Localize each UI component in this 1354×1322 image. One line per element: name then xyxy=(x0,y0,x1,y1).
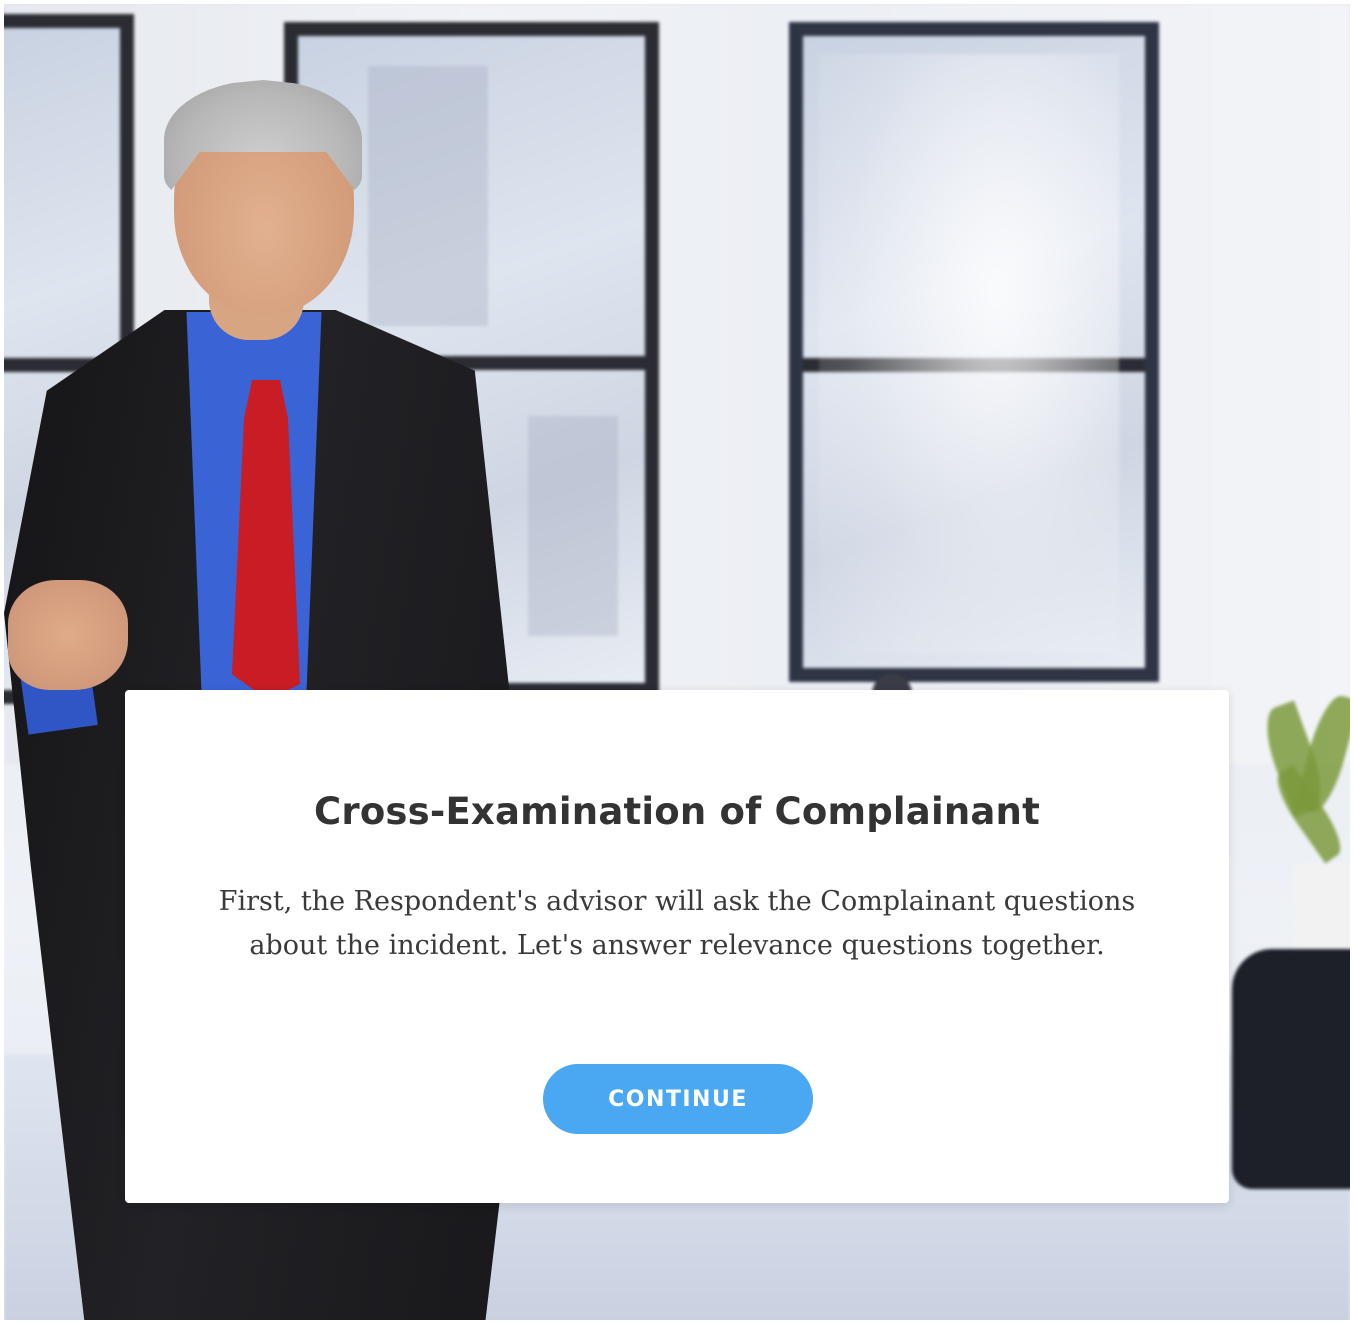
plant-pot xyxy=(1294,864,1350,954)
presenter-hand xyxy=(8,580,128,690)
dialog-card: Cross-Examination of Complainant First, … xyxy=(125,690,1229,1203)
slide-stage: Cross-Examination of Complainant First, … xyxy=(4,4,1350,1320)
window-light xyxy=(819,54,1119,654)
continue-button[interactable]: CONTINUE xyxy=(543,1064,813,1134)
dialog-body-text: First, the Respondent's advisor will ask… xyxy=(218,886,1136,961)
office-chair xyxy=(1232,949,1350,1189)
dialog-title: Cross-Examination of Complainant xyxy=(314,790,1040,833)
